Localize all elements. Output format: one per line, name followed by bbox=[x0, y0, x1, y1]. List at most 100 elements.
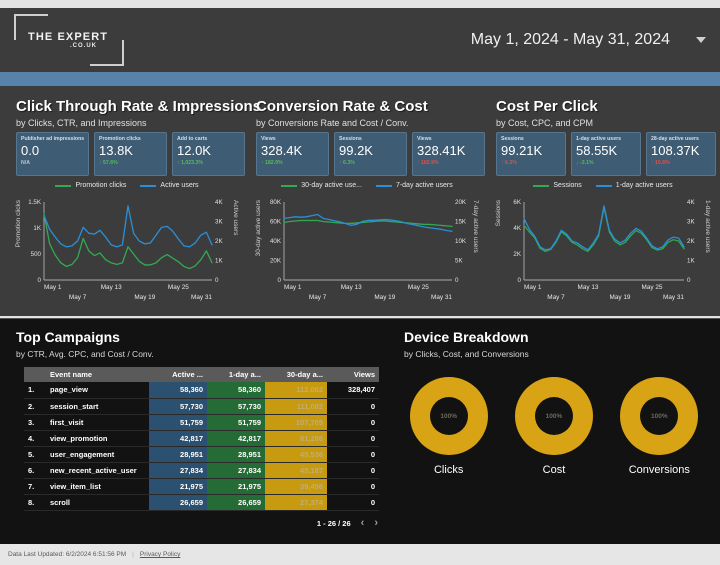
cell-active-users: 57,730 bbox=[149, 398, 207, 414]
scorecard-value: 13.8K bbox=[99, 143, 162, 159]
scorecard-value: 58.55K bbox=[576, 143, 636, 159]
table-row[interactable]: 5.user_engagement28,95128,95145,5360 bbox=[24, 446, 379, 462]
donut-percent: 100% bbox=[440, 413, 457, 420]
table-row[interactable]: 1.page_view58,36058,360112,062328,407 bbox=[24, 382, 379, 398]
chevron-down-icon[interactable] bbox=[696, 37, 706, 43]
scorecard-label: Add to carts bbox=[177, 136, 240, 142]
column-header-views[interactable]: Views bbox=[327, 367, 379, 382]
cell-1-day-active: 51,759 bbox=[207, 414, 265, 430]
svg-text:May 31: May 31 bbox=[191, 294, 212, 301]
scorecard-value: 99.21K bbox=[501, 143, 561, 159]
cell-event-name: user_engagement bbox=[46, 446, 149, 462]
column-header-30-day-active[interactable]: 30-day a... bbox=[265, 367, 327, 382]
chart-conversion-rate[interactable]: 30-day active use... 7-day active users … bbox=[254, 182, 480, 307]
table-row[interactable]: 3.first_visit51,75951,759107,7050 bbox=[24, 414, 379, 430]
column-header-index[interactable] bbox=[24, 367, 46, 382]
brand-logo: THE EXPERT .CO.UK bbox=[14, 14, 124, 66]
scorecard[interactable]: Promotion clicks 13.8K ↑ 57.6% bbox=[94, 132, 167, 176]
table-row[interactable]: 7.view_item_list21,97521,97539,4560 bbox=[24, 478, 379, 494]
donut-percent: 100% bbox=[651, 413, 668, 420]
metrics-section: Click Through Rate & Impressions by Clic… bbox=[0, 86, 720, 316]
legend-item[interactable]: Promotion clicks bbox=[55, 182, 126, 189]
chart-click-through-rate[interactable]: Promotion clicks Active users Promotion … bbox=[14, 182, 240, 307]
svg-text:0: 0 bbox=[687, 277, 691, 284]
svg-text:80K: 80K bbox=[270, 199, 282, 206]
scorecard[interactable]: 28-day active users 108.37K ↑ 10.6% bbox=[646, 132, 716, 176]
cell-views: 0 bbox=[327, 494, 379, 510]
cell-1-day-active: 27,834 bbox=[207, 462, 265, 478]
panel-subtitle: by CTR, Avg. CPC, and Cost / Conv. bbox=[16, 349, 154, 359]
cell-index: 2. bbox=[24, 398, 46, 414]
legend-item[interactable]: Active users bbox=[140, 182, 198, 189]
scorecard-delta: ↑ 10.6% bbox=[651, 160, 711, 166]
chevron-right-icon[interactable]: › bbox=[374, 517, 378, 529]
cell-event-name: view_promotion bbox=[46, 430, 149, 446]
donut-ring: 100% bbox=[620, 377, 698, 455]
donut-percent: 100% bbox=[546, 413, 563, 420]
legend-item[interactable]: 1-day active users bbox=[596, 182, 673, 189]
cell-30-day-active: 81,286 bbox=[265, 430, 327, 446]
cell-active-users: 42,817 bbox=[149, 430, 207, 446]
scorecard-label: Views bbox=[261, 136, 324, 142]
svg-text:0: 0 bbox=[278, 277, 282, 284]
donut-chart-clicks[interactable]: 100% Clicks bbox=[410, 377, 488, 476]
donut-ring: 100% bbox=[410, 377, 488, 455]
scorecard-group: Publisher ad impressions 0.0 N/A Promoti… bbox=[16, 132, 245, 176]
cell-views: 0 bbox=[327, 446, 379, 462]
svg-text:1.5K: 1.5K bbox=[28, 199, 42, 206]
svg-text:10K: 10K bbox=[455, 238, 467, 245]
cell-30-day-active: 107,705 bbox=[265, 414, 327, 430]
scorecard-label: 1-day active users bbox=[576, 136, 636, 142]
scorecard-delta: N/A bbox=[21, 160, 84, 166]
scorecard[interactable]: Views 328.4K ↑ 182.9% bbox=[256, 132, 329, 176]
cell-30-day-active: 45,536 bbox=[265, 446, 327, 462]
donut-label: Clicks bbox=[434, 464, 463, 476]
scorecard[interactable]: Publisher ad impressions 0.0 N/A bbox=[16, 132, 89, 176]
svg-text:0: 0 bbox=[518, 277, 522, 284]
cell-index: 4. bbox=[24, 430, 46, 446]
dashboard-header: THE EXPERT .CO.UK May 1, 2024 - May 31, … bbox=[0, 8, 720, 72]
cell-event-name: page_view bbox=[46, 382, 149, 398]
column-header-1-day-active[interactable]: 1-day a... bbox=[207, 367, 265, 382]
column-header-active-users[interactable]: Active ... bbox=[149, 367, 207, 382]
legend-item[interactable]: Sessions bbox=[533, 182, 581, 189]
chart-cost-per-click[interactable]: Sessions 1-day active users Sessions 1-d… bbox=[494, 182, 712, 307]
scorecard-delta: ↑ 6.3% bbox=[339, 160, 402, 166]
campaigns-table[interactable]: Event name Active ... 1-day a... 30-day … bbox=[24, 367, 379, 511]
scorecard-value: 328.41K bbox=[417, 143, 480, 159]
legend-label: Promotion clicks bbox=[75, 182, 126, 189]
chart-legend: 30-day active use... 7-day active users bbox=[254, 182, 480, 189]
privacy-policy-link[interactable]: Privacy Policy bbox=[140, 551, 180, 558]
svg-text:2K: 2K bbox=[215, 238, 223, 245]
table-row[interactable]: 8.scroll26,65926,65927,3740 bbox=[24, 494, 379, 510]
table-row[interactable]: 6.new_recent_active_user27,83427,83445,1… bbox=[24, 462, 379, 478]
chevron-left-icon[interactable]: ‹ bbox=[361, 517, 365, 529]
svg-text:May 7: May 7 bbox=[69, 294, 87, 301]
donut-chart-conversions[interactable]: 100% Conversions bbox=[620, 377, 698, 476]
donut-center: 100% bbox=[430, 397, 468, 435]
scorecard[interactable]: Sessions 99.21K ↑ 6.3% bbox=[496, 132, 566, 176]
panel-subtitle: by Cost, CPC, and CPM bbox=[496, 118, 593, 128]
legend-swatch-icon bbox=[596, 185, 612, 187]
date-range-selector[interactable]: May 1, 2024 - May 31, 2024 bbox=[471, 26, 706, 54]
logo-main-text: THE EXPERT bbox=[28, 31, 108, 43]
cell-30-day-active: 112,062 bbox=[265, 382, 327, 398]
svg-text:May 7: May 7 bbox=[309, 294, 327, 301]
table-row[interactable]: 2.session_start57,73057,730111,0820 bbox=[24, 398, 379, 414]
scorecard[interactable]: Sessions 99.2K ↑ 6.3% bbox=[334, 132, 407, 176]
scorecard[interactable]: Add to carts 12.0K ↑ 1,023.3% bbox=[172, 132, 245, 176]
legend-item[interactable]: 7-day active users bbox=[376, 182, 453, 189]
svg-text:20K: 20K bbox=[455, 199, 467, 206]
dashboard-footer: Data Last Updated: 6/2/2024 6:51:56 PM |… bbox=[0, 544, 720, 565]
scorecard-label: Views bbox=[417, 136, 480, 142]
legend-item[interactable]: 30-day active use... bbox=[281, 182, 362, 189]
column-header-event-name[interactable]: Event name bbox=[46, 367, 149, 382]
scorecard[interactable]: 1-day active users 58.55K ↓ -3.1% bbox=[571, 132, 641, 176]
table-row[interactable]: 4.view_promotion42,81742,81781,2860 bbox=[24, 430, 379, 446]
scorecard-group: Views 328.4K ↑ 182.9% Sessions 99.2K ↑ 6… bbox=[256, 132, 485, 176]
donut-chart-cost[interactable]: 100% Cost bbox=[515, 377, 593, 476]
scorecard[interactable]: Views 328.41K ↑ 182.9% bbox=[412, 132, 485, 176]
scorecard-label: Sessions bbox=[339, 136, 402, 142]
svg-text:1K: 1K bbox=[687, 258, 695, 265]
scorecard-group: Sessions 99.21K ↑ 6.3% 1-day active user… bbox=[496, 132, 716, 176]
